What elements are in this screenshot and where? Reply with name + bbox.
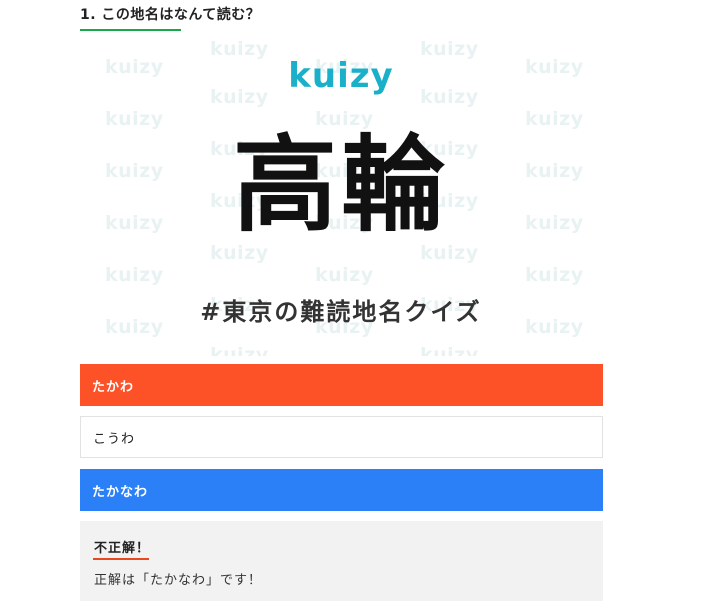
watermark-text: kuizy [315,264,374,286]
result-panel: 不正解！ 正解は「たかなわ」です！ [80,521,603,601]
watermark-text: kuizy [525,264,584,286]
question-heading-underline [80,29,181,31]
question-heading: 1. この地名はなんて読む？ [80,7,261,23]
watermark-text: kuizy [210,344,269,356]
quiz-hashtag: #東京の難読地名クイズ [200,298,482,326]
result-title-underline [93,558,149,560]
watermark-text: kuizy [105,108,164,130]
choice-option-3[interactable]: たかなわ [80,469,603,511]
result-message: 正解は「たかなわ」です！ [94,573,263,588]
brand-logo: kuizy [288,56,394,96]
watermark-text: kuizy [420,344,479,356]
choice-option-1[interactable]: たかわ [80,364,603,406]
watermark-text: kuizy [105,264,164,286]
result-title: 不正解！ [94,541,151,556]
quiz-image: kuizy kuizy kuizy kuizy kuizy kuizy kuizy kuizy… [80,34,602,356]
watermark-text: kuizy [525,108,584,130]
choice-option-2[interactable]: こうわ [80,416,603,458]
place-name-kanji: 高輪 [232,124,449,246]
